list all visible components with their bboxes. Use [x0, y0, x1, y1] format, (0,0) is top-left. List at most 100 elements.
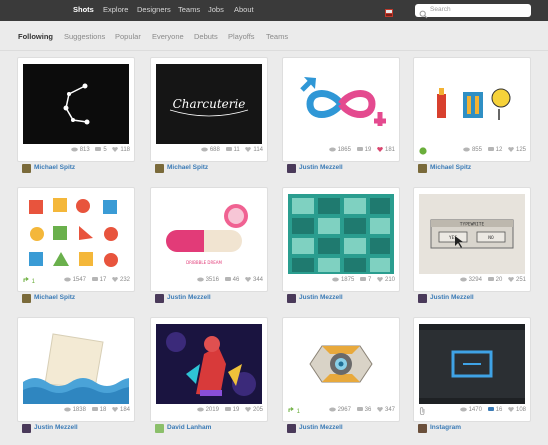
nav-logo-shots[interactable]: Shots	[73, 5, 94, 14]
avatar[interactable]	[418, 294, 427, 303]
shot-card[interactable]: 1 1547 17 232	[17, 187, 135, 292]
author-name[interactable]: David Lanham	[167, 424, 211, 431]
shot-thumbnail[interactable]: TYPEWRITE YES NO	[419, 194, 525, 274]
avatar[interactable]	[22, 424, 31, 433]
likes-count[interactable]: 114	[245, 147, 263, 153]
inbox-icon[interactable]	[384, 5, 394, 17]
avatar[interactable]	[155, 164, 164, 173]
likes-count[interactable]: 181	[377, 147, 395, 153]
tab-popular[interactable]: Popular	[115, 32, 141, 41]
shot-thumbnail[interactable]	[419, 64, 525, 144]
heart-icon	[245, 407, 251, 412]
avatar[interactable]	[22, 164, 31, 173]
shot-thumbnail[interactable]	[23, 64, 129, 144]
shot-stats: 1865 19 181	[283, 147, 395, 156]
views-count: 1865	[328, 147, 351, 153]
likes-count[interactable]: 205	[245, 407, 263, 413]
tab-playoffs[interactable]: Playoffs	[228, 32, 255, 41]
nav-teams[interactable]: Teams	[178, 5, 200, 14]
author-name[interactable]: Justin Mezzell	[299, 294, 343, 301]
views-count: 813	[70, 147, 90, 153]
shot-thumbnail[interactable]	[419, 324, 525, 404]
shot-card[interactable]: DRIBBBLE DREAM 3516 46 344	[150, 187, 268, 292]
comments-count: 36	[356, 407, 371, 413]
shot-card[interactable]: TYPEWRITE YES NO 3294 20 251	[413, 187, 531, 292]
author-name[interactable]: Instagram	[430, 424, 461, 431]
shot-stats: 1547 17 232	[18, 277, 130, 286]
shot-stats: 1875 7 210	[283, 277, 395, 286]
likes-count[interactable]: 210	[377, 277, 395, 283]
likes-count[interactable]: 344	[245, 277, 263, 283]
author-name[interactable]: Justin Mezzell	[167, 294, 211, 301]
views-count: 3294	[459, 277, 482, 283]
tab-teams[interactable]: Teams	[266, 32, 288, 41]
avatar[interactable]	[418, 164, 427, 173]
comments-count: 12	[487, 147, 502, 153]
heart-icon	[112, 277, 118, 282]
author-name[interactable]: Michael Spitz	[430, 164, 471, 171]
author-name[interactable]: Michael Spitz	[167, 164, 208, 171]
comments-count: 20	[487, 277, 502, 283]
author-name[interactable]: Justin Mezzell	[299, 164, 343, 171]
likes-count[interactable]: 125	[508, 147, 526, 153]
tab-following[interactable]: Following	[18, 32, 53, 41]
avatar[interactable]	[287, 294, 296, 303]
shot-card[interactable]: 1470 16 108	[413, 317, 531, 422]
search-icon	[419, 6, 428, 19]
shot-thumbnail[interactable]	[288, 324, 394, 404]
views-count: 1470	[459, 407, 482, 413]
nav-about[interactable]: About	[234, 5, 254, 14]
tab-debuts[interactable]: Debuts	[194, 32, 218, 41]
eye-icon	[328, 407, 336, 412]
shot-thumbnail[interactable]	[156, 324, 262, 404]
author-name[interactable]: Justin Mezzell	[299, 424, 343, 431]
likes-count[interactable]: 232	[112, 277, 130, 283]
comment-icon	[356, 147, 363, 151]
avatar[interactable]	[155, 424, 164, 433]
author-name[interactable]: Justin Mezzell	[34, 424, 78, 431]
shot-card[interactable]: 855 12 125	[413, 57, 531, 162]
author-name[interactable]: Michael Spitz	[34, 164, 75, 171]
likes-count[interactable]: 347	[377, 407, 395, 413]
shot-card[interactable]: 1865 19 181	[282, 57, 400, 162]
shot-card[interactable]: 1838 18 184	[17, 317, 135, 422]
search-input[interactable]: Search	[415, 4, 531, 19]
likes-count[interactable]: 108	[508, 407, 526, 413]
shot-stats: 2019 19 205	[151, 407, 263, 416]
nav-jobs[interactable]: Jobs	[208, 5, 224, 14]
shot-card[interactable]: 1875 7 210	[282, 187, 400, 292]
shot-thumbnail[interactable]	[288, 64, 394, 144]
shot-thumbnail[interactable]: DRIBBBLE DREAM	[156, 194, 262, 274]
nav-explore[interactable]: Explore	[103, 5, 128, 14]
likes-count[interactable]: 251	[508, 277, 526, 283]
shot-thumbnail[interactable]: Charcuterie	[156, 64, 262, 144]
shot-card[interactable]: 2019 19 205	[150, 317, 268, 422]
likes-count[interactable]: 184	[112, 407, 130, 413]
likes-count[interactable]: 118	[112, 147, 130, 153]
shot-thumbnail[interactable]	[23, 324, 129, 404]
tab-suggestions[interactable]: Suggestions	[64, 32, 105, 41]
comment-icon	[487, 147, 494, 151]
shot-stats: 813 5 118	[18, 147, 130, 156]
eye-icon	[70, 147, 78, 152]
shot-thumbnail[interactable]	[23, 194, 129, 274]
author-name[interactable]: Michael Spitz	[34, 294, 75, 301]
avatar[interactable]	[287, 164, 296, 173]
shot-card[interactable]: Charcuterie 688 11 114	[150, 57, 268, 162]
nav-designers[interactable]: Designers	[137, 5, 171, 14]
search-placeholder: Search	[430, 6, 451, 13]
avatar[interactable]	[22, 294, 31, 303]
shot-thumbnail[interactable]	[288, 194, 394, 274]
comments-count: 7	[359, 277, 371, 283]
comments-count: 18	[91, 407, 106, 413]
comment-icon	[224, 407, 231, 411]
comment-icon	[225, 147, 232, 151]
author-name[interactable]: Justin Mezzell	[430, 294, 474, 301]
avatar[interactable]	[418, 424, 427, 433]
avatar[interactable]	[155, 294, 164, 303]
tab-everyone[interactable]: Everyone	[152, 32, 184, 41]
shot-card[interactable]: 1 2967 36 347	[282, 317, 400, 422]
avatar[interactable]	[287, 424, 296, 433]
shot-card[interactable]: 813 5 118	[17, 57, 135, 162]
views-count: 3516	[196, 277, 219, 283]
